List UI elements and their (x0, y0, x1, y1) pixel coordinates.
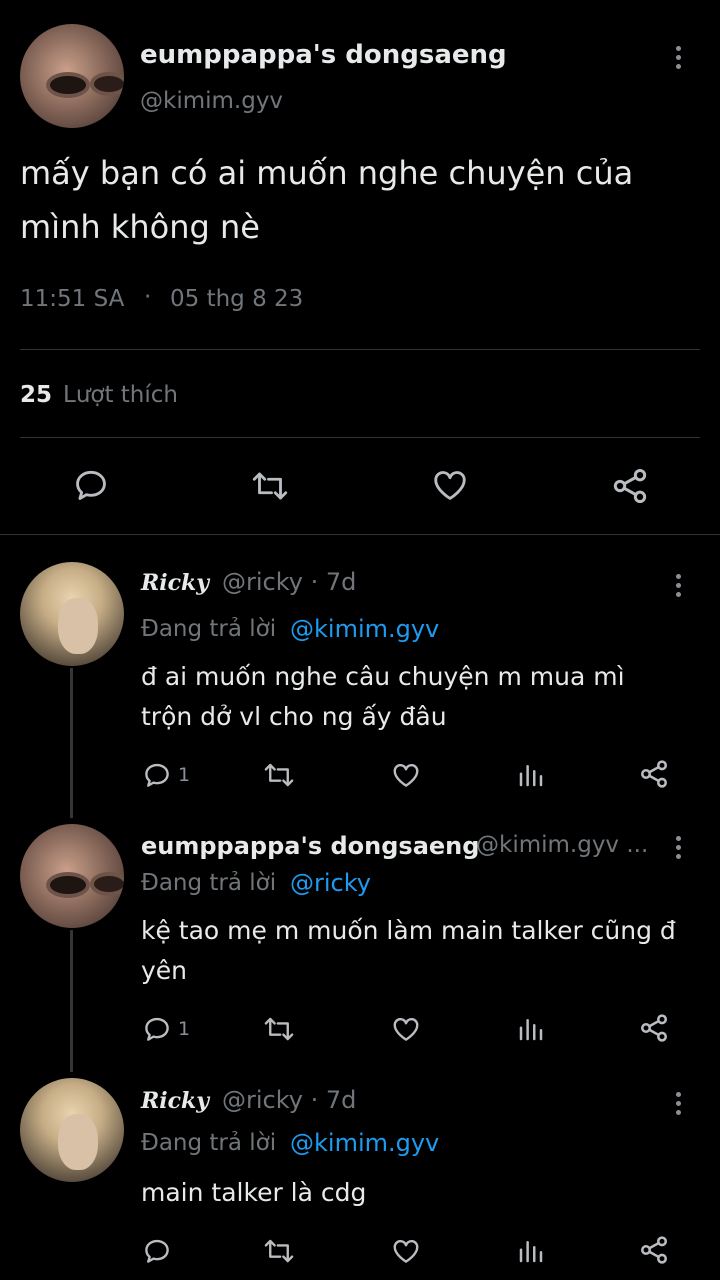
section-divider (0, 534, 720, 535)
handle-time[interactable]: @ricky · 7d (222, 1086, 356, 1114)
avatar[interactable] (20, 824, 124, 928)
avatar[interactable] (20, 1078, 124, 1182)
views-icon[interactable] (516, 760, 546, 790)
tweet-time[interactable]: 11:51 SA (20, 286, 124, 312)
divider (20, 437, 700, 438)
avatar-eye (94, 76, 124, 92)
more-vertical-icon[interactable] (676, 1092, 682, 1119)
reply-text-line1: main talker là cdg (141, 1178, 367, 1207)
tweet-text-line2: mình không nè (20, 208, 260, 246)
replying-to-link[interactable]: @kimim.gyv (290, 615, 439, 643)
avatar[interactable] (20, 24, 124, 128)
reply-icon[interactable] (142, 760, 172, 790)
avatar[interactable] (20, 562, 124, 666)
tweet-date[interactable]: 05 thg 8 23 (170, 286, 303, 312)
display-name[interactable]: Ricky (141, 1088, 209, 1114)
more-vertical-icon[interactable] (676, 574, 682, 601)
share-icon[interactable] (638, 1234, 670, 1266)
replying-to-link[interactable]: @ricky (290, 869, 371, 897)
avatar-face (58, 598, 98, 654)
share-icon[interactable] (638, 1012, 670, 1044)
separator-dot: · (144, 284, 152, 310)
replying-prefix: Đang trả lời (141, 1130, 277, 1156)
like-icon[interactable] (390, 760, 422, 790)
like-icon[interactable] (430, 466, 470, 504)
more-vertical-icon[interactable] (676, 46, 682, 73)
handle[interactable]: @kimim.gyv (140, 88, 283, 114)
share-icon[interactable] (610, 466, 650, 506)
tweet-text-line1: mấy bạn có ai muốn nghe chuyện của (20, 154, 634, 192)
reply-count: 1 (178, 1018, 191, 1040)
reply-icon[interactable] (72, 466, 110, 504)
replying-prefix: Đang trả lời (141, 870, 277, 896)
display-name[interactable]: Ricky (141, 570, 209, 596)
retweet-icon[interactable] (262, 1236, 296, 1266)
thread-line (70, 930, 73, 1072)
reply-text-line2: yên (141, 956, 188, 985)
like-icon[interactable] (390, 1014, 422, 1044)
share-icon[interactable] (638, 758, 670, 790)
more-vertical-icon[interactable] (676, 836, 682, 863)
handle-time[interactable]: @kimim.gyv ... (476, 832, 648, 858)
replying-to-link[interactable]: @kimim.gyv (290, 1129, 439, 1157)
views-icon[interactable] (516, 1236, 546, 1266)
retweet-icon[interactable] (262, 1014, 296, 1044)
avatar-eye (94, 876, 124, 892)
avatar-face (58, 1114, 98, 1170)
display-name[interactable]: eumppappa's dongsaeng (140, 40, 507, 70)
views-icon[interactable] (516, 1014, 546, 1044)
replying-prefix: Đang trả lời (141, 616, 277, 642)
like-icon[interactable] (390, 1236, 422, 1266)
reply-text-line1: đ ai muốn nghe câu chuyện m mua mì (141, 662, 625, 691)
divider (20, 349, 700, 350)
avatar-eye (50, 876, 86, 894)
thread-line (70, 668, 73, 818)
reply-text-line2: trộn dở vl cho ng ấy đâu (141, 702, 447, 731)
retweet-icon[interactable] (262, 760, 296, 790)
retweet-icon[interactable] (250, 468, 290, 504)
likes-label[interactable]: Lượt thích (63, 382, 178, 408)
reply-count: 1 (178, 764, 191, 786)
reply-icon[interactable] (142, 1014, 172, 1044)
handle-time[interactable]: @ricky · 7d (222, 568, 356, 596)
reply-icon[interactable] (142, 1236, 172, 1266)
likes-count[interactable]: 25 (20, 382, 52, 408)
avatar-eye (50, 76, 86, 94)
display-name[interactable]: eumppappa's dongsaeng (141, 832, 479, 860)
reply-text-line1: kệ tao mẹ m muốn làm main talker cũng đ (141, 916, 676, 945)
